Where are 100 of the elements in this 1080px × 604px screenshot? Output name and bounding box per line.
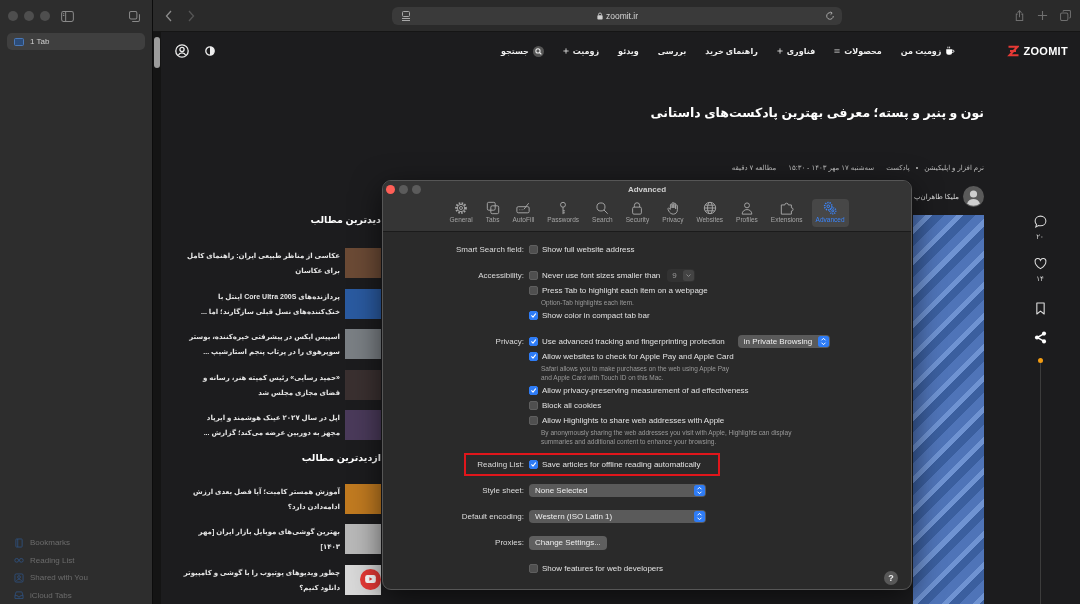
option-text: Never use font sizes smaller than [542,271,661,280]
gears-icon [823,201,838,215]
plus-icon [776,48,783,54]
search-icon [532,45,544,57]
checkbox[interactable] [529,386,538,395]
lock-icon [630,201,645,215]
setting-label: Proxies: [495,538,524,547]
checkmark-icon [530,312,537,319]
option-text: Use advanced tracking and fingerprinting protection [542,337,725,346]
reload-icon[interactable] [824,10,835,21]
puzzle-icon [779,201,794,215]
setting-label: Smart Search field: [455,245,524,254]
checkbox[interactable] [529,416,538,425]
tray-icon [14,590,24,601]
checkmark-icon [530,353,537,360]
scrollbar-thumb[interactable] [154,37,160,68]
close-button[interactable] [386,184,395,194]
address-field[interactable]: zoomit.ir [391,6,842,25]
nav-link[interactable]: جستجو [500,45,544,57]
play-icon [365,575,376,583]
stepper-icon [694,511,705,522]
option-text: Show color in compact tab bar [542,311,650,320]
cup-icon [945,46,956,56]
page-menu-icon[interactable] [400,10,411,21]
minimize-button[interactable] [399,184,408,194]
checkbox[interactable] [529,460,538,469]
popup-button[interactable]: None Selected [529,484,706,497]
checkbox[interactable] [529,245,538,254]
help-button[interactable]: ? [884,571,898,585]
heart-icon[interactable] [1033,257,1047,270]
logo-text[interactable]: ZOOMIT [1023,45,1068,57]
scrollbar[interactable] [153,32,161,604]
avatar-icon [963,186,984,207]
checkbox[interactable] [529,337,538,346]
play-button[interactable] [360,568,381,590]
share-icon[interactable] [1033,331,1047,344]
sidebar-icon[interactable] [61,10,74,22]
nav-link[interactable]: زومیت [562,46,600,56]
article-title: نون و پنیر و پسته؛ معرفی بهترین پادکست‌های داستانی [650,105,984,122]
option-text: Allow websites to check for Apple Pay and Apple Card [542,352,734,361]
user-icon[interactable] [175,44,189,58]
search-icon [595,201,610,215]
setting-label: Privacy: [495,337,524,346]
tab-item[interactable]: 1 Tab [7,33,145,50]
nav-link[interactable]: فناوری [776,46,816,56]
stepper-icon [818,336,830,347]
plus-icon[interactable] [1037,10,1048,21]
z-mark-icon[interactable] [1007,45,1020,57]
option-text: Show full website address [542,245,635,254]
comment-icon[interactable] [1033,215,1047,228]
checkbox[interactable] [529,564,538,573]
gear-icon [454,201,469,215]
nav-link[interactable]: راهنمای خرید [705,46,758,56]
setting-label: Style sheet: [482,486,524,495]
option-text: Save articles for offline reading automatically [542,460,701,469]
checkmark-icon [530,387,537,394]
nav-link[interactable]: ویدئو [618,46,639,56]
checkmark-icon [530,461,537,468]
book-icon [14,537,24,548]
popup-button[interactable]: Western (ISO Latin 1) [529,510,706,523]
section-heading: دیدترین مطالب [309,213,381,227]
checkbox[interactable] [529,401,538,410]
person-icon [739,201,754,215]
checkbox[interactable] [529,352,538,361]
forward-icon[interactable] [187,9,195,22]
lock-icon [596,11,603,20]
tab-overview-icon[interactable] [1060,10,1071,21]
checkbox[interactable] [529,271,538,280]
section-heading: ازدیدترین مطالب [300,450,381,465]
popup-button[interactable]: in Private Browsing [737,335,831,348]
zoom-button[interactable] [412,184,421,194]
option-text: Allow Highlights to share web addresses with Apple [542,416,725,425]
stepper-icon [694,485,705,496]
globe-icon [702,201,717,215]
checkbox[interactable] [529,286,538,295]
checkbox[interactable] [529,311,538,320]
pen-field-icon [516,201,531,215]
option-text: Block all cookies [542,401,602,410]
contrast-icon[interactable] [205,46,215,56]
person-square-icon [14,572,24,583]
setting-label: Accessibility: [478,271,524,280]
tabs-icon [485,201,500,215]
tab-overview-icon[interactable] [129,10,140,22]
hand-icon [665,201,680,215]
option-text: Allow privacy-preserving measurement of ad effectiveness [542,386,749,395]
photo-placeholder[interactable] [345,564,381,595]
plus-icon [562,48,569,54]
chevron-down-icon [682,270,694,281]
window-title: Advanced [627,184,667,194]
back-icon[interactable] [165,9,173,22]
setting-label: Reading List: [477,460,524,469]
nav-link[interactable]: زومیت من [900,46,956,56]
nav-link[interactable]: بررسی [657,46,687,56]
bookmark-icon[interactable] [1034,302,1046,315]
menu-icon [834,48,841,54]
nav-link[interactable]: محصولات [834,46,882,56]
option-text: Show features for web developers [542,564,663,573]
setting-label: Default encoding: [461,512,524,521]
change-settings-button[interactable]: Change Settings... [529,535,607,550]
tab-icon [14,37,24,46]
